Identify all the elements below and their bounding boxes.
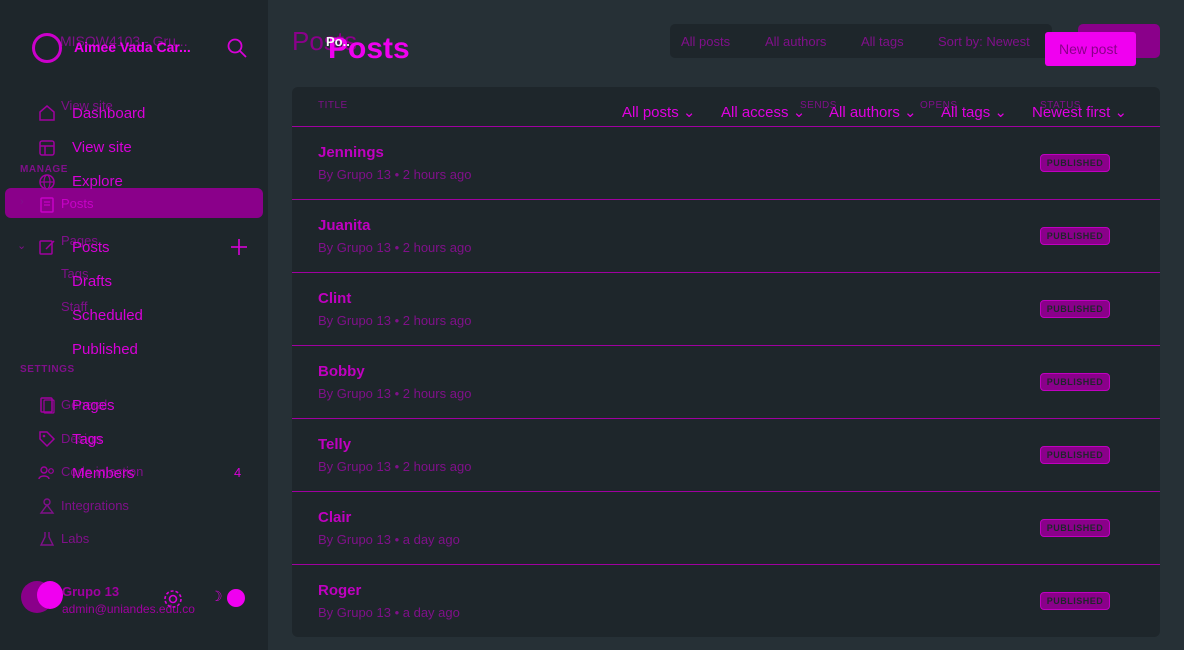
post-title[interactable]: Clair [318, 509, 351, 526]
sidebar-item-explore[interactable]: Explore [72, 173, 123, 190]
filter-all-access[interactable]: All access ⌄ [721, 103, 805, 121]
ghost-filter-all-authors[interactable]: All authors [765, 34, 826, 49]
col-title: TITLE [318, 100, 348, 111]
search-icon[interactable] [226, 37, 248, 59]
members-count-badge: 4 [234, 465, 242, 480]
ghost-filter-all-tags[interactable]: All tags [861, 34, 904, 49]
avatar-photo [37, 581, 63, 609]
site-logo[interactable] [32, 33, 62, 63]
ghost-integrations: Integrations [61, 498, 129, 513]
filter-all-tags[interactable]: All tags ⌄ [941, 103, 1007, 121]
status-badge: PUBLISHED [1040, 300, 1110, 318]
chevron-right-icon: › [20, 196, 24, 208]
post-title[interactable]: Juanita [318, 217, 371, 234]
dark-mode-toggle[interactable] [227, 589, 245, 607]
filter-all-posts[interactable]: All posts ⌄ [622, 103, 695, 121]
new-post-button[interactable]: New post [1045, 32, 1136, 66]
table-row[interactable]: Juanita By Grupo 13 • 2 hours ago PUBLIS… [292, 200, 1160, 273]
status-badge: PUBLISHED [1040, 592, 1110, 610]
ghost-posts: Posts [61, 196, 94, 211]
integrations-icon [37, 496, 57, 516]
status-badge: PUBLISHED [1040, 227, 1110, 245]
section-settings: SETTINGS [20, 364, 75, 375]
chevron-down-icon: ⌄ [17, 240, 27, 252]
table-row[interactable]: Telly By Grupo 13 • 2 hours ago PUBLISHE… [292, 419, 1160, 492]
post-meta: By Grupo 13 • 2 hours ago [318, 167, 472, 182]
ghost-filter-all-posts[interactable]: All posts [681, 34, 730, 49]
tag-icon [37, 429, 57, 449]
sidebar-item-members[interactable]: Members [72, 465, 135, 482]
post-meta: By Grupo 13 • 2 hours ago [318, 386, 472, 401]
filter-all-authors[interactable]: All authors ⌄ [829, 103, 917, 121]
main-content: Posts Posts Po.. All posts All authors A… [268, 0, 1184, 650]
status-badge: PUBLISHED [1040, 373, 1110, 391]
site-title[interactable]: Aimee Vada Car... [74, 39, 210, 55]
sidebar-item-view-site[interactable]: View site [72, 139, 132, 156]
table-row[interactable]: Clint By Grupo 13 • 2 hours ago PUBLISHE… [292, 273, 1160, 346]
sidebar-item-pages[interactable]: Pages [72, 397, 115, 414]
post-meta: By Grupo 13 • a day ago [318, 605, 460, 620]
sidebar-item-dashboard[interactable]: Dashboard [72, 105, 145, 122]
table-row[interactable]: Clair By Grupo 13 • a day ago PUBLISHED [292, 492, 1160, 565]
ghost-filter-bar: All posts All authors All tags Sort by: … [670, 24, 1052, 58]
table-header: TITLE SENDS OPENS STATUS All posts ⌄ All… [292, 87, 1160, 127]
home-icon [37, 103, 57, 123]
layout-icon [37, 138, 57, 158]
ghost-labs: Labs [61, 531, 90, 546]
pages-icon [37, 395, 57, 415]
post-title[interactable]: Telly [318, 436, 351, 453]
posts-table: TITLE SENDS OPENS STATUS All posts ⌄ All… [292, 87, 1160, 637]
sidebar-item-drafts[interactable]: Drafts [72, 273, 112, 290]
page-title-overlay: Po.. [326, 34, 350, 49]
labs-icon [37, 529, 57, 549]
post-title[interactable]: Clint [318, 290, 351, 307]
post-meta: By Grupo 13 • 2 hours ago [318, 313, 472, 328]
status-badge: PUBLISHED [1040, 154, 1110, 172]
gear-icon[interactable] [162, 588, 184, 610]
table-row[interactable]: Jennings By Grupo 13 • 2 hours ago PUBLI… [292, 127, 1160, 200]
sidebar-item-scheduled[interactable]: Scheduled [72, 307, 143, 324]
table-row[interactable]: Bobby By Grupo 13 • 2 hours ago PUBLISHE… [292, 346, 1160, 419]
table-row[interactable]: Roger By Grupo 13 • a day ago PUBLISHED [292, 565, 1160, 637]
sidebar-item-published[interactable]: Published [72, 341, 138, 358]
members-icon [37, 463, 57, 483]
sidebar-item-posts[interactable]: Posts [72, 239, 110, 256]
sidebar-item-tags[interactable]: Tags [72, 431, 104, 448]
post-title[interactable]: Roger [318, 582, 361, 599]
filter-sort[interactable]: Newest first ⌄ [1032, 103, 1127, 121]
moon-icon: ☽ [210, 588, 223, 604]
new-post-label: New post [1059, 41, 1118, 57]
sidebar: MISOW4103 - Gru... Aimee Vada Car... Vie… [0, 0, 268, 650]
page-icon [37, 195, 57, 215]
post-title[interactable]: Jennings [318, 144, 384, 161]
post-title[interactable]: Bobby [318, 363, 365, 380]
post-meta: By Grupo 13 • a day ago [318, 532, 460, 547]
user-name: Grupo 13 [62, 584, 120, 599]
globe-icon [37, 172, 57, 192]
ghost-filter-sort[interactable]: Sort by: Newest [938, 34, 1030, 49]
status-badge: PUBLISHED [1040, 446, 1110, 464]
edit-icon [37, 237, 57, 257]
post-meta: By Grupo 13 • 2 hours ago [318, 459, 472, 474]
status-badge: PUBLISHED [1040, 519, 1110, 537]
post-meta: By Grupo 13 • 2 hours ago [318, 240, 472, 255]
add-post-icon[interactable] [228, 236, 250, 258]
